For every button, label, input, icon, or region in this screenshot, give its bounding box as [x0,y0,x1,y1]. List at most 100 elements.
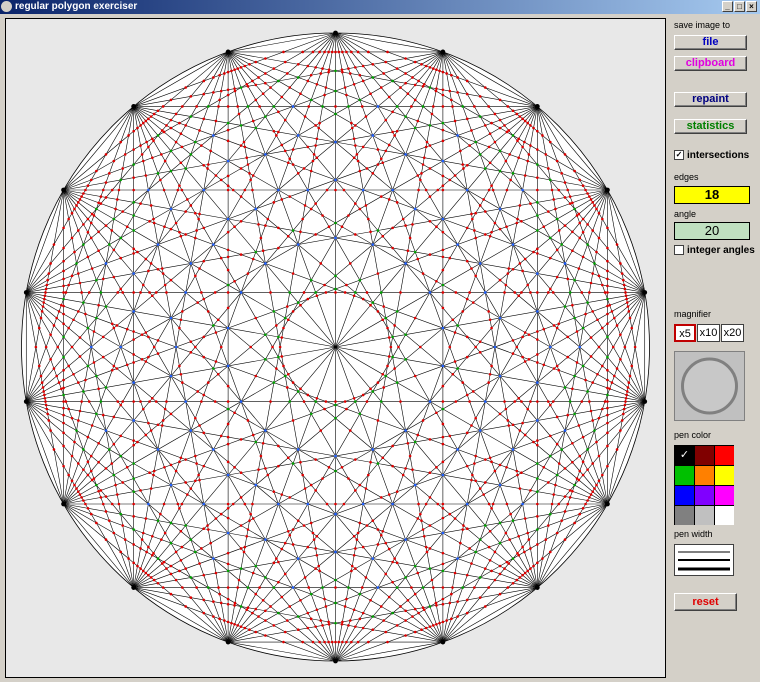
pen-color-swatch[interactable] [695,466,714,485]
intersection-point [296,243,300,246]
intersection-point [513,400,517,403]
intersections-checkbox[interactable]: ✓ intersections [674,150,749,161]
intersection-point [90,424,94,427]
intersection-point [283,60,287,64]
intersection-point [358,412,362,416]
intersection-point [237,578,241,582]
intersection-point [568,496,572,499]
pen-color-swatch[interactable] [715,486,734,505]
intersection-point [99,489,103,492]
pen-color-swatch[interactable] [695,486,714,505]
pen-color-swatch[interactable] [715,466,734,485]
intersection-point [586,499,589,502]
intersection-point [334,586,337,589]
pen-color-swatch[interactable] [715,446,734,465]
intersection-point [78,281,82,285]
intersection-point [404,358,407,361]
intersection-point [571,230,574,234]
intersection-point [361,545,365,549]
intersection-point [291,528,295,531]
intersection-point [89,512,93,516]
intersection-point [420,172,423,175]
intersection-point [92,477,96,480]
intersection-point [536,381,539,384]
intersection-point [108,243,111,246]
intersection-point [555,275,559,279]
intersection-point [391,560,394,564]
intersection-point [435,68,438,72]
intersection-point [448,178,452,182]
intersection-point [141,283,145,287]
intersection-point [286,234,290,238]
intersection-point [571,249,574,253]
intersection-point [441,230,445,234]
intersection-point [156,109,160,113]
intersection-point [198,129,201,132]
close-button[interactable]: × [746,1,757,12]
intersection-point [391,502,394,506]
minimize-button[interactable]: _ [722,1,733,12]
magnifier-x20-button[interactable]: x20 [721,324,744,342]
reset-button[interactable]: reset [674,593,737,611]
intersection-point [112,159,116,163]
intersection-point [209,541,212,545]
intersection-point [108,448,111,451]
angle-field[interactable]: 20 [674,222,750,240]
intersection-point [334,178,337,182]
intersection-point [548,434,552,438]
intersection-point [597,211,601,215]
pen-color-swatch[interactable] [715,506,734,525]
intersection-point [593,262,596,265]
intersection-point [179,234,183,238]
intersection-point [254,98,258,102]
pen-color-swatch[interactable] [695,446,714,465]
intersection-point [62,269,65,273]
intersection-point [272,490,276,493]
intersection-point [518,204,522,207]
integer-angles-checkbox[interactable]: integer angles [674,245,755,256]
intersection-point [154,400,158,403]
intersection-point [189,429,193,432]
intersection-point [41,305,45,308]
intersection-point [49,429,52,432]
drawing-canvas[interactable] [5,18,666,678]
intersection-point [311,640,315,644]
pen-color-swatch[interactable]: ✓ [675,446,694,465]
intersection-point [52,367,56,370]
intersection-point [144,174,148,177]
intersection-point [521,545,524,549]
pen-color-swatch[interactable] [675,466,694,485]
intersection-point [591,490,594,493]
polygon-vertex [534,585,540,590]
intersections-check-icon[interactable]: ✓ [674,150,684,161]
intersection-point [459,541,462,545]
intersection-point [296,63,300,66]
magnifier-x10-button[interactable]: x10 [697,324,720,342]
intersection-point [557,502,561,506]
intersection-point [498,463,502,467]
intersection-point [404,634,407,637]
repaint-button[interactable]: repaint [674,92,747,107]
integer-angles-check-icon[interactable] [674,245,684,256]
intersection-point [441,562,445,566]
intersection-point [542,225,546,229]
edges-field[interactable]: 18 [674,186,750,204]
pen-color-swatch[interactable] [695,506,714,525]
intersection-point [581,364,585,368]
intersection-point [356,159,360,163]
intersection-point [315,535,319,538]
intersection-point [334,512,337,516]
maximize-button[interactable]: □ [734,1,745,12]
intersection-point [506,272,510,275]
pen-color-swatch[interactable] [675,486,694,505]
statistics-button[interactable]: statistics [674,119,747,134]
intersection-point [104,495,108,498]
intersection-point [382,386,386,389]
intersection-point [125,465,129,469]
magnifier-x5-button[interactable]: x5 [674,324,696,342]
save-clipboard-button[interactable]: clipboard [674,56,747,71]
pen-width-selector[interactable] [674,544,734,576]
pen-color-swatch[interactable] [675,506,694,525]
intersection-point [243,502,247,506]
save-file-button[interactable]: file [674,35,747,50]
